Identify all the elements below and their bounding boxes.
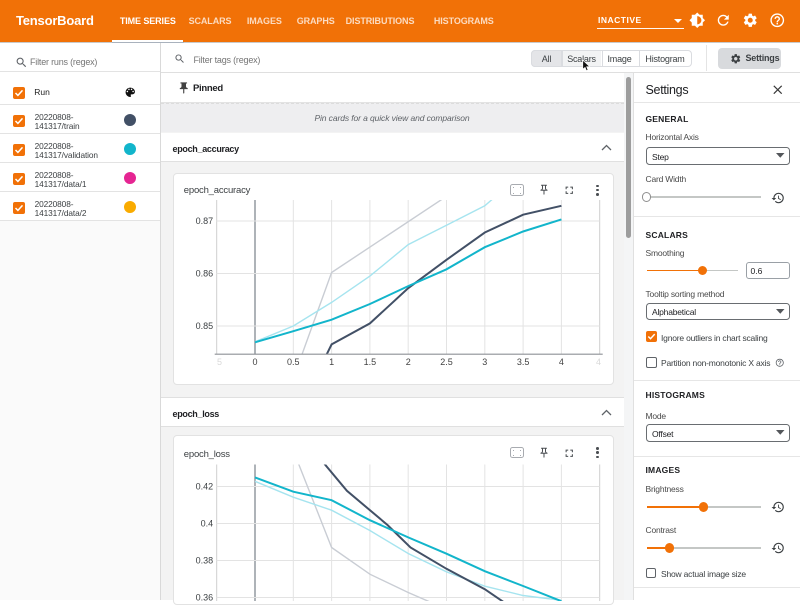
svg-text:4: 4 [596, 357, 601, 367]
svg-text:0.85: 0.85 [196, 321, 214, 331]
svg-text:0.87: 0.87 [196, 216, 214, 226]
svg-text:0.38: 0.38 [196, 555, 214, 565]
svg-text:0.86: 0.86 [196, 269, 214, 279]
svg-text:5: 5 [217, 357, 222, 367]
svg-text:2: 2 [406, 357, 411, 367]
svg-text:3: 3 [482, 357, 487, 367]
svg-text:0.5: 0.5 [287, 357, 300, 367]
svg-text:0.4: 0.4 [201, 518, 214, 528]
svg-text:3.5: 3.5 [517, 357, 530, 367]
svg-text:2.5: 2.5 [440, 357, 453, 367]
svg-text:1.5: 1.5 [364, 357, 377, 367]
svg-text:0.36: 0.36 [196, 592, 214, 600]
svg-text:0.42: 0.42 [196, 481, 214, 491]
svg-text:0: 0 [252, 357, 257, 367]
svg-text:4: 4 [559, 357, 564, 367]
svg-text:1: 1 [329, 357, 334, 367]
